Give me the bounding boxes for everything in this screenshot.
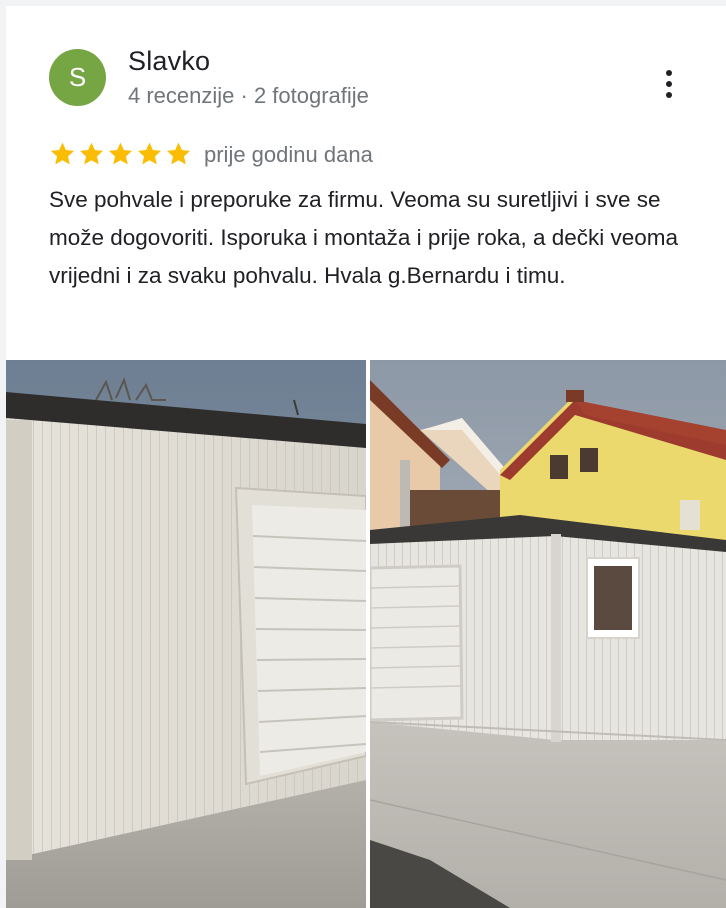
star-icon	[166, 142, 191, 165]
more-options-button[interactable]	[654, 64, 684, 104]
more-vert-icon-dot	[666, 92, 672, 98]
more-vert-icon-dot	[666, 81, 672, 87]
star-icon	[79, 142, 104, 165]
avatar[interactable]: S	[49, 49, 106, 106]
prefab-garage-image	[370, 360, 726, 908]
reviewer-name[interactable]: Slavko	[128, 46, 210, 77]
review-card: S Slavko 4 recenzije · 2 fotografije pri…	[6, 6, 726, 908]
reviewer-meta: 4 recenzije · 2 fotografije	[128, 83, 369, 108]
star-icon	[137, 142, 162, 165]
star-icon	[50, 142, 75, 165]
more-vert-icon	[666, 70, 672, 76]
review-date: prije godinu dana	[204, 142, 373, 167]
review-text: Sve pohvale i preporuke za firmu. Veoma …	[49, 187, 679, 288]
review-photo-1[interactable]	[6, 360, 366, 908]
star-rating	[48, 140, 193, 168]
review-photo-2[interactable]	[370, 360, 726, 908]
garage-door-closeup-image	[6, 360, 366, 908]
star-icon	[108, 142, 133, 165]
